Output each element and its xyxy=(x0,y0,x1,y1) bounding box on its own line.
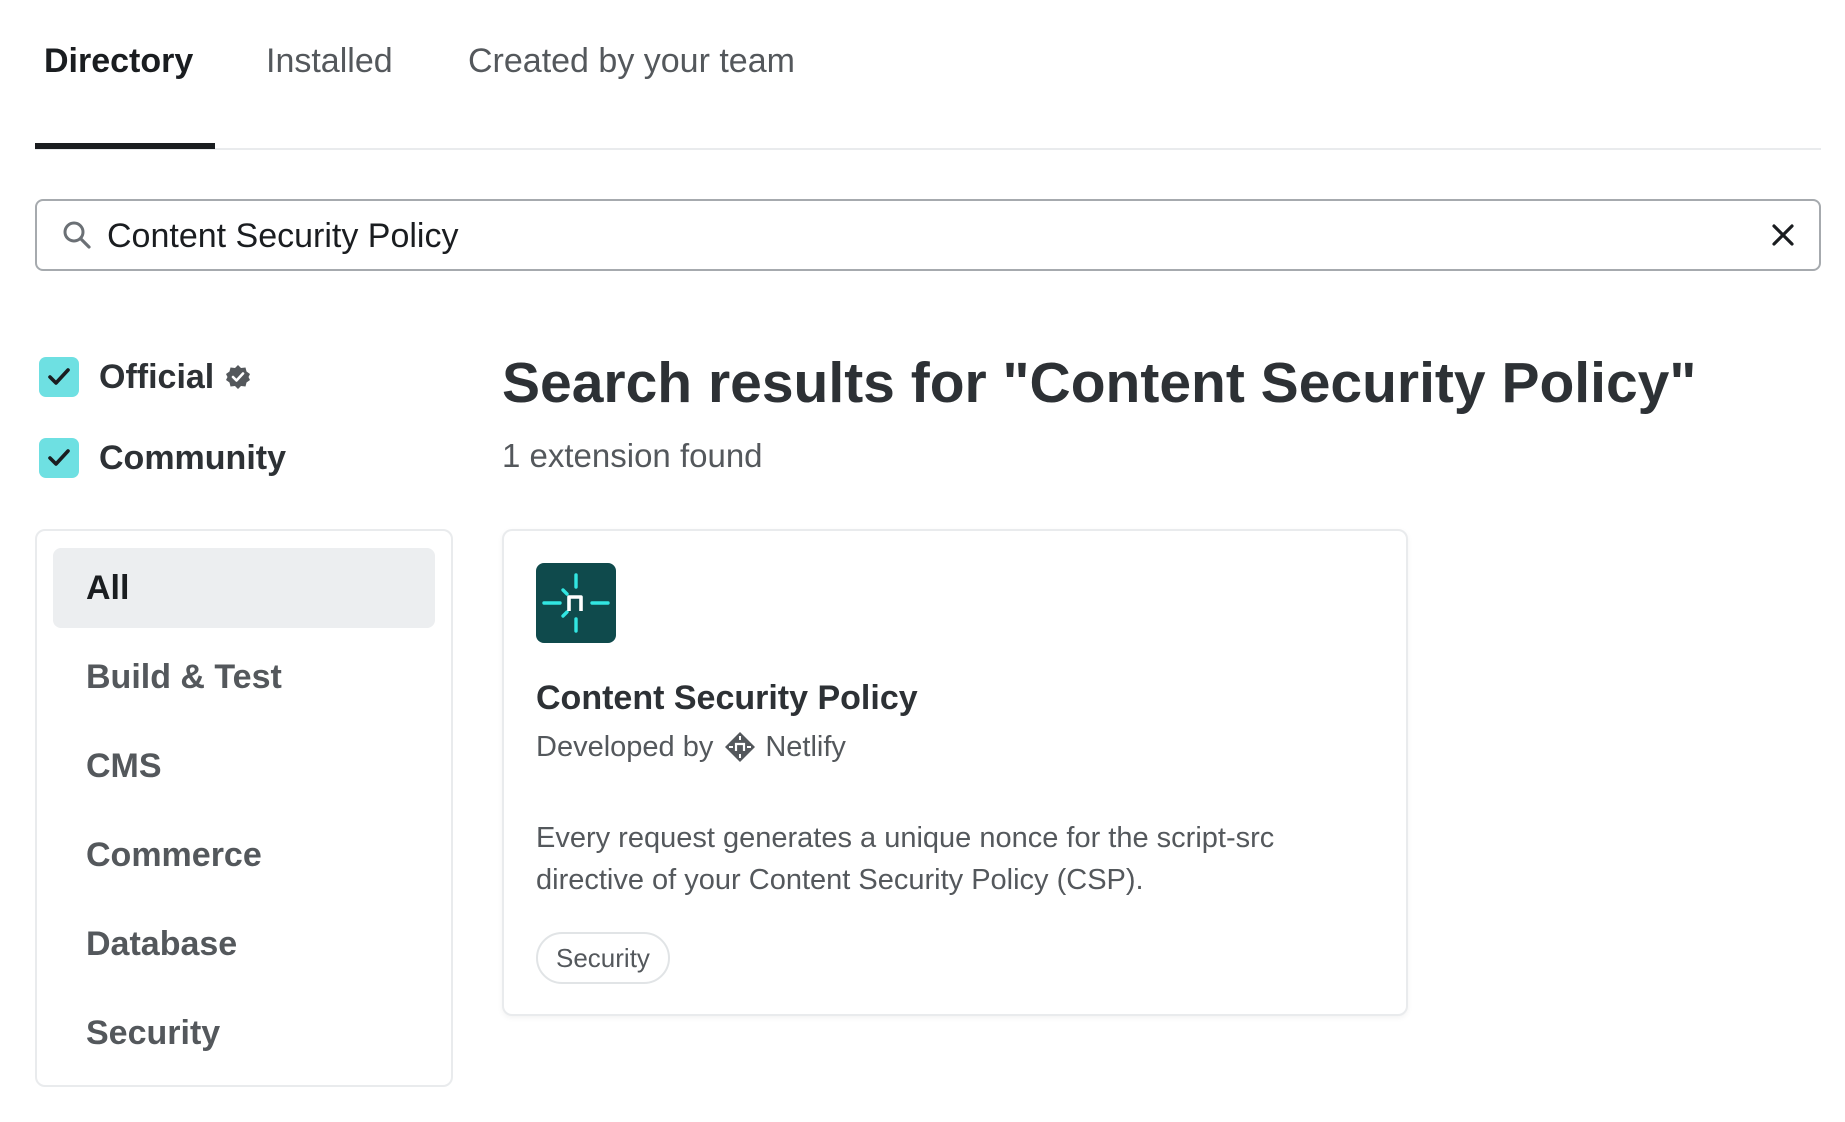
extension-card[interactable]: Content Security Policy Developed by Net… xyxy=(502,529,1408,1016)
check-icon xyxy=(48,368,70,385)
developer-name[interactable]: Netlify xyxy=(765,731,846,764)
netlify-diamond-icon xyxy=(725,732,756,762)
official-checkbox[interactable] xyxy=(39,357,79,397)
category-commerce[interactable]: Commerce xyxy=(53,815,435,895)
category-list: All Build & Test CMS Commerce Database S… xyxy=(35,529,453,1087)
category-tag: Security xyxy=(536,932,670,984)
community-label: Community xyxy=(99,438,286,477)
community-checkbox[interactable] xyxy=(39,438,79,478)
category-all[interactable]: All xyxy=(53,548,435,628)
extension-description: Every request generates a unique nonce f… xyxy=(536,822,1275,896)
search-icon xyxy=(63,221,91,249)
active-tab-indicator xyxy=(35,143,215,149)
extensions-page: Directory Installed Created by your team… xyxy=(0,0,1845,1122)
extension-title: Content Security Policy xyxy=(536,679,918,717)
category-security[interactable]: Security xyxy=(53,993,435,1073)
category-cms[interactable]: CMS xyxy=(53,726,435,806)
results-count: 1 extension found xyxy=(502,437,763,474)
check-icon xyxy=(48,449,70,466)
search-input[interactable] xyxy=(107,211,1707,261)
category-build-test[interactable]: Build & Test xyxy=(53,637,435,717)
results-title: Search results for "Content Security Pol… xyxy=(502,351,1697,415)
filter-official[interactable]: Official xyxy=(39,356,252,398)
tab-created-by-your-team[interactable]: Created by your team xyxy=(468,36,795,86)
official-label: Official xyxy=(99,357,215,396)
close-icon[interactable] xyxy=(1769,221,1797,249)
category-database[interactable]: Database xyxy=(53,904,435,984)
netlify-logo-icon xyxy=(536,563,616,643)
tab-installed[interactable]: Installed xyxy=(266,36,393,86)
tab-bar: Directory Installed Created by your team xyxy=(35,0,1821,150)
search-box xyxy=(35,199,1821,271)
developer-line: Developed by Netlify xyxy=(536,727,846,767)
developed-by-label: Developed by xyxy=(536,730,714,763)
verified-badge-icon xyxy=(226,365,251,389)
filter-community[interactable]: Community xyxy=(39,437,286,479)
tab-directory[interactable]: Directory xyxy=(44,36,193,86)
